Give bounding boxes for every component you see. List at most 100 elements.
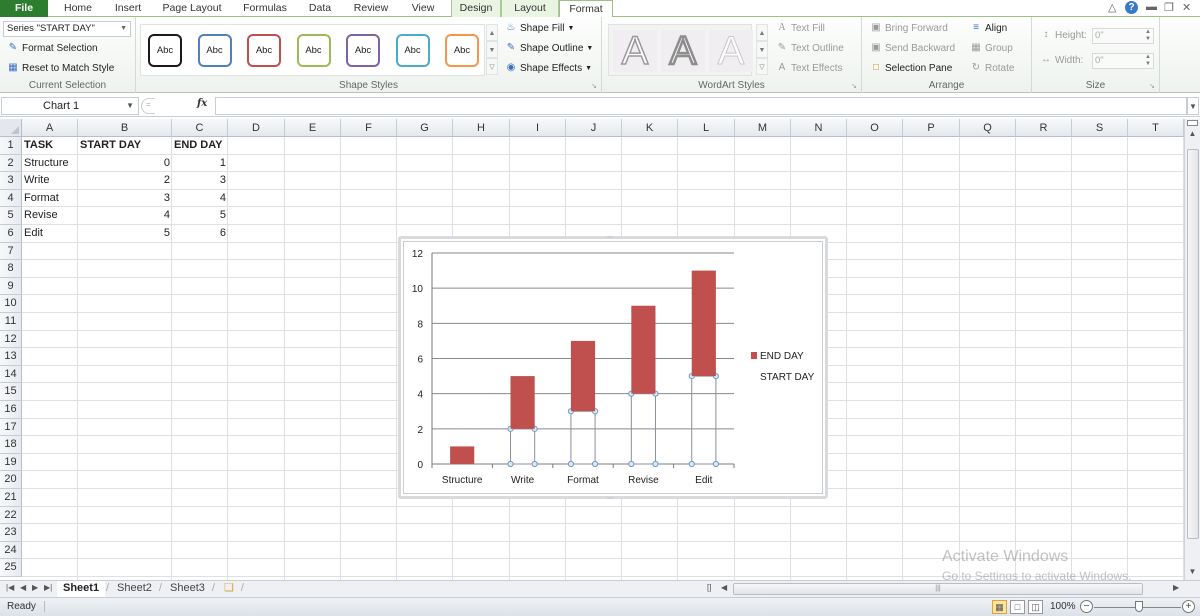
page-layout-view-icon[interactable]: □ <box>1010 600 1025 614</box>
scroll-down-icon[interactable]: ▼ <box>1185 567 1200 576</box>
row-header[interactable]: 4 <box>0 189 22 208</box>
vertical-scroll-thumb[interactable] <box>1187 149 1199 539</box>
text-fill-button[interactable]: A Text Fill <box>776 22 825 34</box>
row-header[interactable]: 3 <box>0 172 22 190</box>
column-header[interactable]: R <box>1016 119 1072 137</box>
row-header[interactable]: 8 <box>0 260 22 278</box>
split-box[interactable] <box>1187 120 1198 126</box>
send-backward-button[interactable]: ▣ Send Backward <box>870 42 955 54</box>
cell[interactable]: 4 <box>78 207 172 224</box>
zoom-slider-thumb[interactable] <box>1135 601 1143 612</box>
column-header[interactable]: L <box>678 119 735 137</box>
chart[interactable]: 0 2 4 6 8 10 12 Structure Write Format Revise Edit E… <box>398 234 828 502</box>
cell[interactable]: Structure <box>22 155 78 172</box>
gallery-up-icon[interactable]: ▲ <box>486 24 498 41</box>
insert-sheet-icon[interactable]: ❏ <box>218 581 244 597</box>
row-header[interactable]: 18 <box>0 436 22 454</box>
cell[interactable]: Revise <box>22 207 78 224</box>
cell[interactable]: 3 <box>78 190 172 207</box>
cell[interactable]: Format <box>22 190 78 207</box>
horizontal-scroll-thumb[interactable]: ||| <box>733 583 1143 595</box>
shape-style-swatch[interactable]: Abc <box>395 34 430 67</box>
text-outline-button[interactable]: ✎ Text Outline <box>776 42 844 54</box>
cell[interactable]: 5 <box>172 207 228 224</box>
row-header[interactable]: 23 <box>0 524 22 542</box>
first-sheet-icon[interactable]: |◀ <box>6 583 14 592</box>
window-restore-icon[interactable]: ❐ <box>1164 1 1174 14</box>
column-header[interactable]: A <box>22 119 78 137</box>
wordart-style-1[interactable]: A <box>613 29 657 73</box>
cell[interactable]: Edit <box>22 225 78 242</box>
help-icon[interactable]: ? <box>1125 1 1138 14</box>
height-input[interactable]: 0" ▲ ▼ <box>1092 28 1154 44</box>
tab-format[interactable]: Format <box>559 0 613 18</box>
tab-insert[interactable]: Insert <box>108 0 148 17</box>
reset-to-match-style-button[interactable]: ▦ Reset to Match Style <box>7 62 114 74</box>
row-header[interactable]: 11 <box>0 313 22 331</box>
formula-bar-handle[interactable]: = <box>141 98 155 114</box>
insert-function-icon[interactable]: fx <box>197 98 207 109</box>
chart-elements-dropdown[interactable]: Series "START DAY" ▼ <box>3 21 131 37</box>
gallery-down-icon[interactable]: ▼ <box>756 41 768 58</box>
select-all-button[interactable] <box>0 119 22 137</box>
format-selection-button[interactable]: ✎ Format Selection <box>7 42 98 54</box>
row-header[interactable]: 24 <box>0 541 22 560</box>
shape-style-swatch[interactable]: Abc <box>445 34 479 67</box>
tab-file[interactable]: File <box>0 0 48 17</box>
height-spinner[interactable]: ▲ ▼ <box>1145 29 1151 43</box>
column-header[interactable]: H <box>453 119 510 137</box>
zoom-level[interactable]: 100% <box>1050 601 1076 612</box>
window-close-icon[interactable]: ✕ <box>1182 1 1191 14</box>
tab-page-layout[interactable]: Page Layout <box>158 0 226 17</box>
row-header[interactable]: 14 <box>0 365 22 384</box>
shape-effects-button[interactable]: ◉ Shape Effects ▼ <box>505 62 592 74</box>
row-header[interactable]: 12 <box>0 330 22 349</box>
row-header[interactable]: 9 <box>0 277 22 296</box>
cell[interactable]: 0 <box>78 155 172 172</box>
row-header[interactable]: 20 <box>0 471 22 489</box>
column-header[interactable]: I <box>510 119 566 137</box>
row-header[interactable]: 21 <box>0 489 22 507</box>
column-header[interactable]: C <box>172 119 228 137</box>
text-effects-button[interactable]: A Text Effects <box>776 62 843 74</box>
resize-handle-bottom[interactable]: ⋯ <box>607 495 613 502</box>
row-header[interactable]: 6 <box>0 225 22 243</box>
row-header[interactable]: 15 <box>0 383 22 401</box>
zoom-out-icon[interactable]: − <box>1080 600 1093 613</box>
row-header[interactable]: 10 <box>0 295 22 313</box>
resize-handle-top[interactable]: ⋯ <box>607 234 613 241</box>
next-sheet-icon[interactable]: ▶ <box>32 583 38 592</box>
row-header[interactable]: 17 <box>0 418 22 437</box>
dialog-launcher-icon[interactable]: ↘ <box>851 82 857 90</box>
shape-style-swatch[interactable]: Abc <box>197 34 232 67</box>
cell[interactable]: 3 <box>172 172 228 189</box>
sheet-tab-sheet3[interactable]: Sheet3 <box>164 581 215 597</box>
shape-style-swatch[interactable]: Abc <box>296 34 331 67</box>
group-button[interactable]: ▦ Group <box>970 42 1013 54</box>
gallery-more-icon[interactable]: ▽ <box>756 58 768 75</box>
row-header[interactable]: 5 <box>0 207 22 225</box>
column-header[interactable]: T <box>1128 119 1184 137</box>
tab-view[interactable]: View <box>404 0 442 17</box>
wordart-style-3[interactable]: A <box>709 30 753 73</box>
wordart-style-2[interactable]: A <box>661 29 705 73</box>
minimize-ribbon-icon[interactable]: △ <box>1108 1 1116 14</box>
prev-sheet-icon[interactable]: ◀ <box>20 583 26 592</box>
gallery-up-icon[interactable]: ▲ <box>756 24 768 41</box>
column-header[interactable]: Q <box>960 119 1016 137</box>
column-header[interactable]: S <box>1072 119 1128 137</box>
scroll-left-icon[interactable]: ◀ <box>721 583 727 592</box>
shape-style-swatch[interactable]: Abc <box>346 34 380 67</box>
chevron-down-icon[interactable]: ▼ <box>126 98 134 114</box>
tab-layout[interactable]: Layout <box>501 0 559 17</box>
gallery-down-icon[interactable]: ▼ <box>486 41 498 58</box>
dialog-launcher-icon[interactable]: ↘ <box>1149 82 1155 90</box>
formula-input[interactable] <box>215 97 1187 115</box>
column-header[interactable]: G <box>397 119 453 137</box>
column-header[interactable]: E <box>285 119 341 137</box>
column-header[interactable]: O <box>847 119 903 137</box>
column-header[interactable]: P <box>903 119 960 137</box>
row-header[interactable]: 1 <box>0 137 22 155</box>
cell[interactable]: 4 <box>172 190 228 207</box>
row-header[interactable]: 13 <box>0 348 22 366</box>
